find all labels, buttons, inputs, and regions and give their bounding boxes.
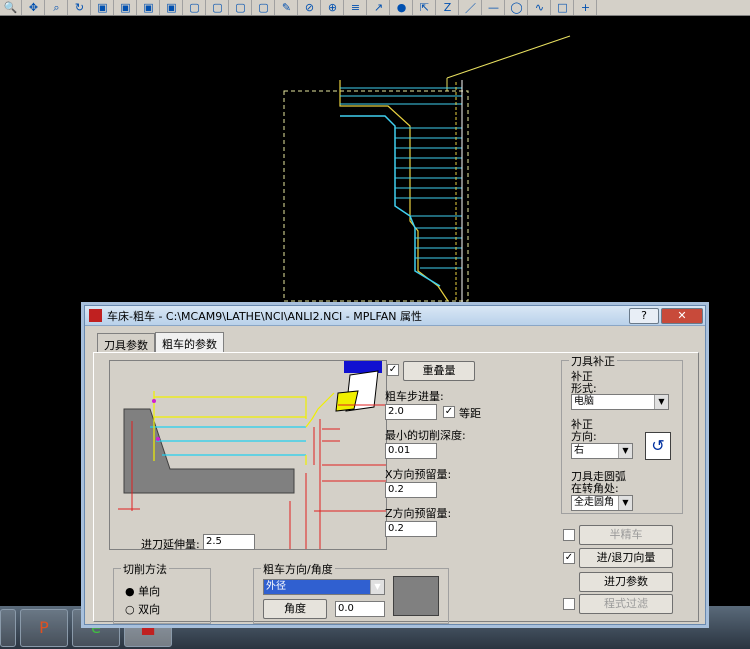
zoom-icon[interactable]: 🔍 [0,0,22,15]
curve-icon[interactable]: ∿ [529,0,551,15]
lead-in-out-checkbox[interactable]: ✓ [563,552,575,564]
rough-step-label: 粗车步进量: [385,390,444,403]
cube-front-icon[interactable]: ▣ [115,0,137,15]
plunge-params-button[interactable]: 进刀参数 [579,572,673,592]
angle-button[interactable]: 角度 [263,599,327,619]
comp-type-select[interactable]: 电脑 ▼ [571,394,669,410]
cube-view3-icon[interactable]: ▢ [230,0,252,15]
tab-tool-params[interactable]: 刀具参数 [97,333,155,353]
x-stock-label: X方向预留量: [385,468,452,481]
cube-view4-icon[interactable]: ▢ [253,0,275,15]
semi-finish-button[interactable]: 半精车 [579,525,673,545]
tool-comp-title: 刀具补正 [569,353,617,369]
taskbar-edge [0,608,16,647]
entry-ext-label: 进刀延伸量: [141,538,200,551]
equal-dist-checkbox[interactable]: ✓ [443,406,455,418]
direction-preview-icon [393,576,439,616]
cube-view1-icon[interactable]: ▢ [184,0,206,15]
angle-input[interactable]: 0.0 [335,601,385,617]
square-icon[interactable]: □ [552,0,574,15]
rough-preview-image [109,360,387,550]
pan-icon[interactable]: ✥ [23,0,45,15]
dialog-titlebar: 车床-粗车 - C:\MCAM9\LATHE\NCI\ANLI2.NCI - M… [85,306,705,326]
rough-step-input[interactable]: 2.0 [385,404,437,420]
line-icon[interactable]: ／ [460,0,482,15]
min-depth-input[interactable]: 0.01 [385,443,437,459]
rough-direction-title: 粗车方向/角度 [261,561,335,577]
tab-strip: 刀具参数 粗车的参数 [97,332,224,353]
entry-ext-input[interactable]: 2.5 [203,534,255,550]
corner-value: 全走圆角 [574,497,614,508]
cursor-icon[interactable]: ⇱ [414,0,436,15]
chevron-down-icon: ▼ [654,395,668,409]
rough-direction-value: 外径 [266,581,286,592]
cut-method-title: 切削方法 [121,561,169,577]
main-toolbar: 🔍 ✥ ⌕ ↻ ▣ ▣ ▣ ▣ ▢ ▢ ▢ ▢ ✎ ⊘ ⊕ ≡ ↗ ● ⇱ Z ／ — ◯ ∿ □ + [0,0,750,16]
lead-in-out-button[interactable]: 进/退刀向量 [579,548,673,568]
one-way-radio[interactable]: ● 单向 [125,583,160,599]
cube-iso-icon[interactable]: ▣ [161,0,183,15]
corner-select[interactable]: 全走圆角 ▼ [571,495,633,511]
chevron-down-icon: ▼ [618,496,632,510]
zigzag-radio[interactable]: ○ 双向 [125,601,160,617]
z-stock-label: Z方向预留量: [385,507,452,520]
x-stock-input[interactable]: 0.2 [385,482,437,498]
comp-type-value: 电脑 [574,396,594,407]
cube-side-icon[interactable]: ▣ [138,0,160,15]
zigzag-label: 双向 [138,603,161,616]
no-entry-icon[interactable]: ⊘ [299,0,321,15]
layer-icon[interactable]: ≡ [345,0,367,15]
rotate-icon[interactable]: ↻ [69,0,91,15]
cube-view2-icon[interactable]: ▢ [207,0,229,15]
plus-icon[interactable]: + [575,0,597,15]
powerpoint-icon[interactable]: P [20,608,68,647]
comp-dir-label-2: 方向: [571,430,597,443]
overlap-checkbox[interactable]: ✓ [387,364,399,376]
z-icon[interactable]: Z [437,0,459,15]
rough-direction-select[interactable]: 外径 ▼ [263,579,385,595]
chevron-down-icon: ▼ [618,444,632,458]
equal-dist-label: 等距 [459,407,481,420]
help-button[interactable]: ? [629,307,659,324]
ellipse-icon[interactable]: ◯ [506,0,528,15]
comp-dir-value: 右 [574,445,584,456]
arrow-icon[interactable]: ↗ [368,0,390,15]
close-button[interactable]: ✕ [661,307,703,324]
dialog-title: 车床-粗车 - C:\MCAM9\LATHE\NCI\ANLI2.NCI - M… [107,309,423,323]
corner-label-2: 在转角处: [571,482,619,495]
sphere-icon[interactable]: ● [391,0,413,15]
one-way-label: 单向 [138,585,161,598]
min-depth-label: 最小的切削深度: [385,429,466,442]
cube-top-icon[interactable]: ▣ [92,0,114,15]
chevron-down-icon: ▼ [370,580,384,594]
overlap-button[interactable]: 重叠量 [403,361,475,381]
preview-illustration [110,361,386,549]
comp-direction-icon[interactable]: ↺ [645,432,671,460]
point-icon[interactable]: ⊕ [322,0,344,15]
filter-button[interactable]: 程式过滤 [579,594,673,614]
lathe-rough-dialog: 车床-粗车 - C:\MCAM9\LATHE\NCI\ANLI2.NCI - M… [84,305,706,625]
comp-dir-select[interactable]: 右 ▼ [571,443,633,459]
zoom-window-icon[interactable]: ⌕ [46,0,68,15]
pencil-icon[interactable]: ✎ [276,0,298,15]
filter-checkbox[interactable] [563,598,575,610]
app-icon [89,309,102,322]
tab-rough-params[interactable]: 粗车的参数 [155,332,224,352]
semi-finish-checkbox[interactable] [563,529,575,541]
z-stock-input[interactable]: 0.2 [385,521,437,537]
minus-icon[interactable]: — [483,0,505,15]
